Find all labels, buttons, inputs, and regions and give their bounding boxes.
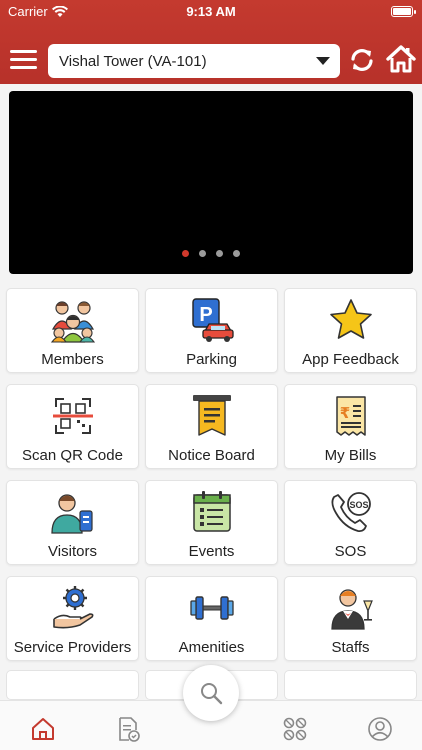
tile-members[interactable]: Members [6, 288, 139, 373]
carousel-dot[interactable] [233, 250, 240, 257]
tile-label: App Feedback [302, 351, 399, 368]
app-header: Carrier 9:13 AM Vishal Tower (VA-101) [0, 0, 422, 84]
tile-staffs[interactable]: Staffs [284, 576, 417, 661]
tile-scan-qr-code[interactable]: Scan QR Code [6, 384, 139, 469]
tile-label: Visitors [48, 543, 97, 560]
battery-icon [391, 6, 416, 17]
tile-label: Parking [186, 351, 237, 368]
parking-icon: P [191, 298, 234, 342]
carousel-dot[interactable] [199, 250, 206, 257]
status-bar: Carrier 9:13 AM [0, 0, 422, 24]
home-icon[interactable] [30, 716, 56, 742]
dropdown-caret-icon [316, 57, 330, 65]
qr-scan-icon [52, 398, 93, 434]
sos-phone-icon: SOS [331, 492, 371, 533]
tile-visitors[interactable]: Visitors [6, 480, 139, 565]
profile-icon[interactable] [367, 716, 393, 742]
svg-text:P: P [199, 304, 212, 326]
tile-label: Amenities [178, 639, 245, 656]
tower-selector-value: Vishal Tower (VA-101) [59, 52, 207, 70]
svg-text:₹: ₹ [339, 404, 349, 422]
waiter-icon [330, 589, 373, 630]
calendar-icon [192, 491, 231, 532]
tile-label: Events [188, 543, 235, 560]
tile-label: My Bills [324, 447, 377, 464]
bill-icon: ₹ [335, 396, 366, 436]
tile-label: Staffs [331, 639, 370, 656]
carousel-pagination [9, 250, 413, 257]
tile-app-feedback[interactable]: App Feedback [284, 288, 417, 373]
tile-parking[interactable]: P Parking [145, 288, 278, 373]
service-gear-icon [52, 586, 93, 629]
tile-service-providers[interactable]: Service Providers [6, 576, 139, 661]
document-icon[interactable] [115, 716, 141, 742]
tile-amenities[interactable]: Amenities [145, 576, 278, 661]
tile-label: SOS [334, 543, 367, 560]
tile-sos[interactable]: SOS SOS [284, 480, 417, 565]
apps-icon[interactable] [282, 716, 308, 742]
tile-notice-board[interactable]: Notice Board [145, 384, 278, 469]
feature-grid: Members P Parking App Feedback Scan QR C… [6, 288, 417, 661]
refresh-icon[interactable] [348, 46, 376, 74]
tile-label: Service Providers [13, 639, 132, 656]
tile-label: Scan QR Code [22, 447, 123, 464]
search-fab[interactable] [183, 665, 239, 721]
dumbbell-icon [189, 596, 234, 620]
carousel-dot[interactable] [216, 250, 223, 257]
tile-events[interactable]: Events [145, 480, 278, 565]
tile-my-bills[interactable]: ₹ My Bills [284, 384, 417, 469]
notice-board-icon [192, 395, 231, 436]
banner-carousel[interactable] [9, 91, 413, 274]
tile-label: Members [41, 351, 104, 368]
star-icon [329, 299, 372, 339]
tile-partial[interactable] [6, 670, 139, 700]
hamburger-menu-icon[interactable] [10, 46, 38, 74]
tile-partial[interactable] [284, 670, 417, 700]
clock: 9:13 AM [186, 4, 236, 19]
tile-label: Notice Board [168, 447, 255, 464]
svg-text:SOS: SOS [349, 500, 368, 510]
carousel-dot-active[interactable] [182, 250, 189, 257]
visitor-icon [50, 494, 93, 534]
home-icon[interactable] [386, 44, 416, 74]
tower-selector[interactable]: Vishal Tower (VA-101) [48, 44, 340, 78]
search-icon [201, 683, 223, 705]
members-icon [50, 301, 95, 343]
